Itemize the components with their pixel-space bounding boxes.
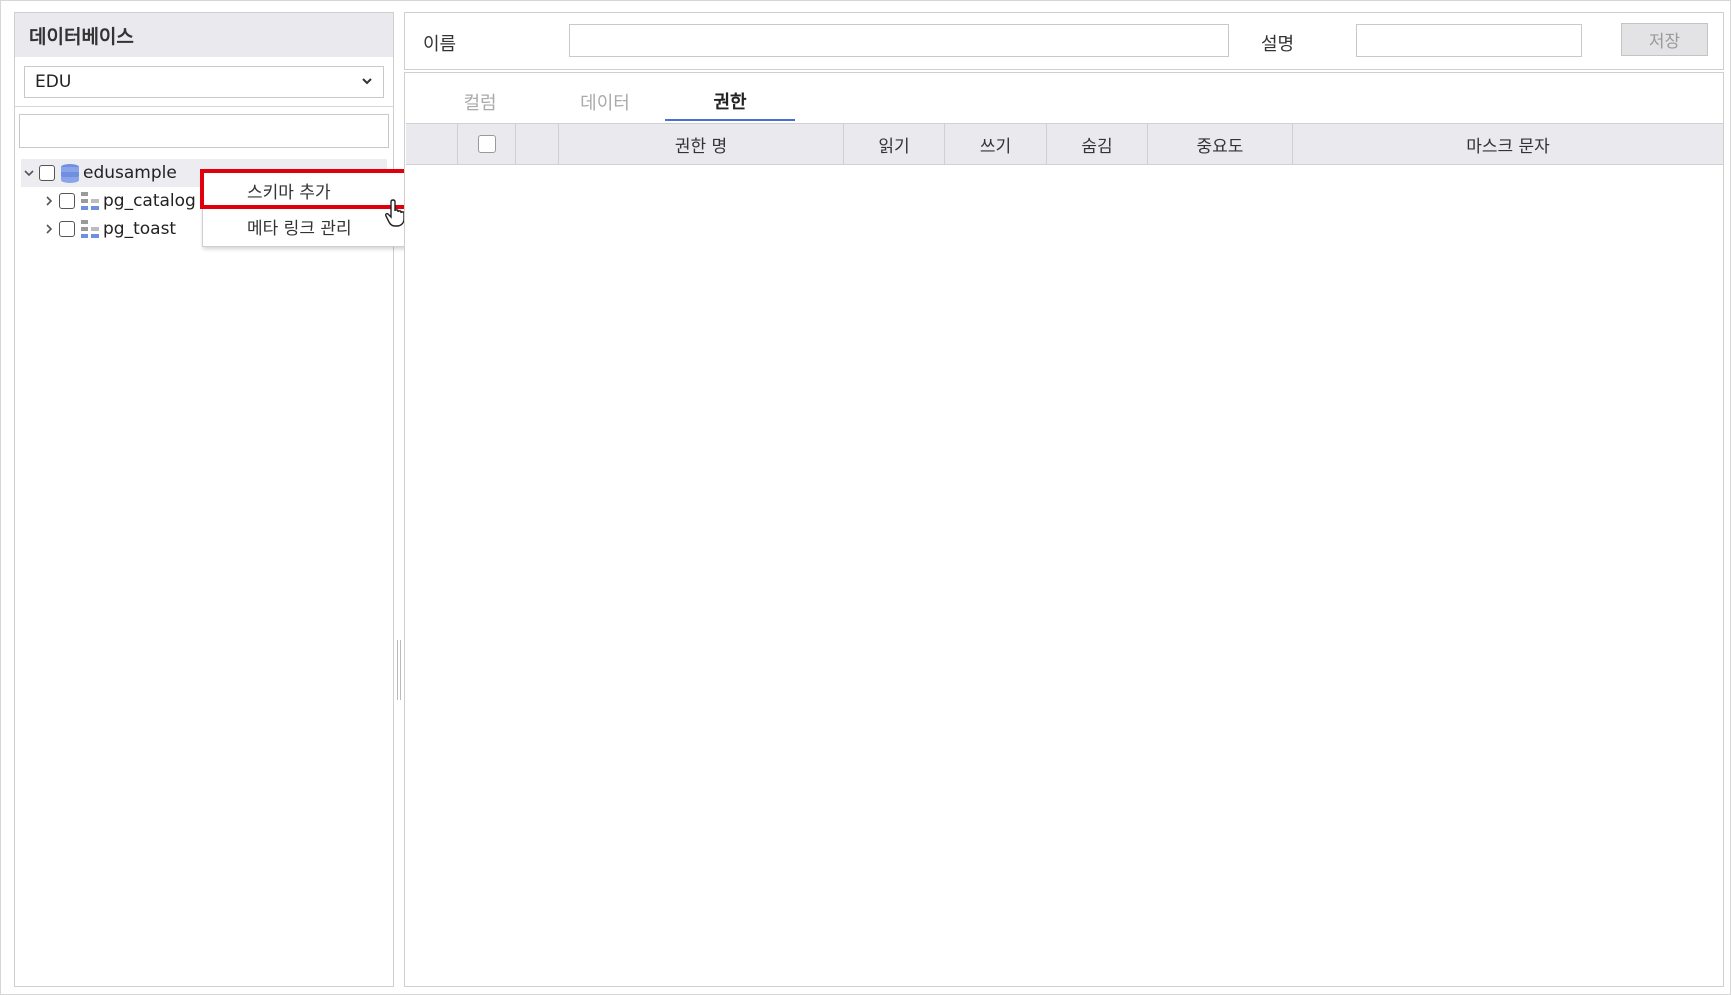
grid-col-importance[interactable]: 중요도: [1148, 124, 1293, 164]
grid-col-handle: [406, 124, 458, 164]
context-menu-meta-link[interactable]: 메타 링크 관리: [203, 209, 413, 243]
grid-col-mask-char[interactable]: 마스크 문자: [1293, 124, 1723, 164]
tree-node-checkbox[interactable]: [39, 165, 55, 181]
tab-permissions[interactable]: 권한: [665, 83, 795, 121]
save-button[interactable]: 저장: [1621, 23, 1708, 56]
tab-data[interactable]: 데이터: [540, 83, 670, 121]
schema-icon: [79, 190, 101, 212]
tab-columns[interactable]: 컬럼: [425, 83, 535, 121]
database-icon: [59, 162, 81, 184]
database-select-value: EDU: [35, 72, 72, 92]
chevron-right-icon[interactable]: [41, 221, 57, 237]
database-panel: 데이터베이스 EDU edusample pg_catalog pg_toast: [14, 12, 394, 987]
chevron-down-icon: [362, 78, 372, 85]
name-input[interactable]: [569, 24, 1229, 57]
select-all-checkbox[interactable]: [477, 135, 496, 153]
divider: [15, 106, 393, 107]
description-label: 설명: [1261, 34, 1295, 55]
tree-node-label: edusample: [83, 163, 177, 183]
grid-col-hidden[interactable]: 숨김: [1047, 124, 1148, 164]
tree-node-checkbox[interactable]: [59, 221, 75, 237]
detail-panel: 컬럼 데이터 권한 권한 명 읽기 쓰기 숨김 중요도 마스크 문자: [404, 72, 1724, 987]
panel-resize-handle[interactable]: [397, 640, 401, 700]
grid-col-blank: [516, 124, 559, 164]
tree-search-input[interactable]: [19, 114, 389, 148]
grid-col-write[interactable]: 쓰기: [945, 124, 1047, 164]
chevron-right-icon[interactable]: [41, 193, 57, 209]
grid-select-all[interactable]: [458, 124, 516, 164]
database-select[interactable]: EDU: [24, 66, 384, 98]
grid-col-read[interactable]: 읽기: [844, 124, 945, 164]
tree-node-checkbox[interactable]: [59, 193, 75, 209]
tab-bar: 컬럼 데이터 권한: [405, 83, 1723, 123]
name-label: 이름: [423, 34, 457, 55]
highlight-box: [200, 169, 415, 209]
schema-icon: [79, 218, 101, 240]
object-form: 이름 설명 저장: [404, 12, 1724, 70]
permission-grid-header: 권한 명 읽기 쓰기 숨김 중요도 마스크 문자: [406, 123, 1723, 165]
tree-node-label: pg_catalog: [103, 191, 196, 211]
tree-node-label: pg_toast: [103, 219, 177, 239]
chevron-down-icon[interactable]: [21, 165, 37, 181]
grid-col-permission-name[interactable]: 권한 명: [559, 124, 844, 164]
database-panel-title: 데이터베이스: [15, 13, 393, 57]
description-input[interactable]: [1356, 24, 1582, 57]
